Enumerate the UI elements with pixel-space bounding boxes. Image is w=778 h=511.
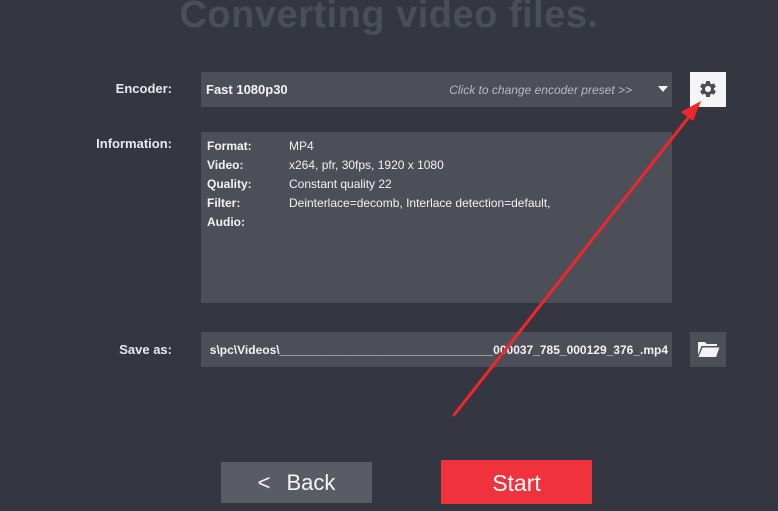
save-as-path: s\pc\Videos\____________________________… xyxy=(209,343,668,357)
start-button[interactable]: Start xyxy=(441,460,592,504)
converter-screen: Converting video files. Encoder: Fast 10… xyxy=(0,0,778,511)
encoder-preset-value: Fast 1080p30 xyxy=(206,82,288,97)
info-key: Audio: xyxy=(207,215,245,229)
back-button-label: Back xyxy=(286,470,336,495)
save-as-path-field[interactable]: s\pc\Videos\____________________________… xyxy=(201,332,672,367)
gear-icon xyxy=(700,81,716,97)
info-key: Format: xyxy=(207,139,252,153)
information-panel: Format: MP4 Video: x264, pfr, 30fps, 192… xyxy=(201,132,672,303)
folder-icon xyxy=(698,342,720,357)
browse-folder-button[interactable] xyxy=(690,332,726,367)
back-button[interactable]: < Back xyxy=(221,462,372,503)
info-value: x264, pfr, 30fps, 1920 x 1080 xyxy=(289,158,444,172)
start-button-label: Start xyxy=(492,470,541,496)
info-key: Filter: xyxy=(207,196,241,210)
information-label: Information: xyxy=(96,136,172,151)
encoder-settings-button[interactable] xyxy=(690,72,726,107)
save-as-label: Save as: xyxy=(119,342,172,357)
info-key: Video: xyxy=(207,158,244,172)
encoder-label: Encoder: xyxy=(115,81,172,96)
info-value: MP4 xyxy=(289,139,314,153)
info-value: Constant quality 22 xyxy=(289,177,392,191)
back-chevron-icon: < xyxy=(257,470,271,495)
info-value: Deinterlace=decomb, Interlace detection=… xyxy=(289,196,551,210)
dropdown-arrow-icon xyxy=(658,86,668,92)
encoder-preset-hint: Click to change encoder preset >> xyxy=(449,83,632,97)
encoder-preset-select[interactable]: Fast 1080p30 Click to change encoder pre… xyxy=(201,72,672,107)
info-key: Quality: xyxy=(207,177,252,191)
page-title: Converting video files. xyxy=(179,0,599,36)
